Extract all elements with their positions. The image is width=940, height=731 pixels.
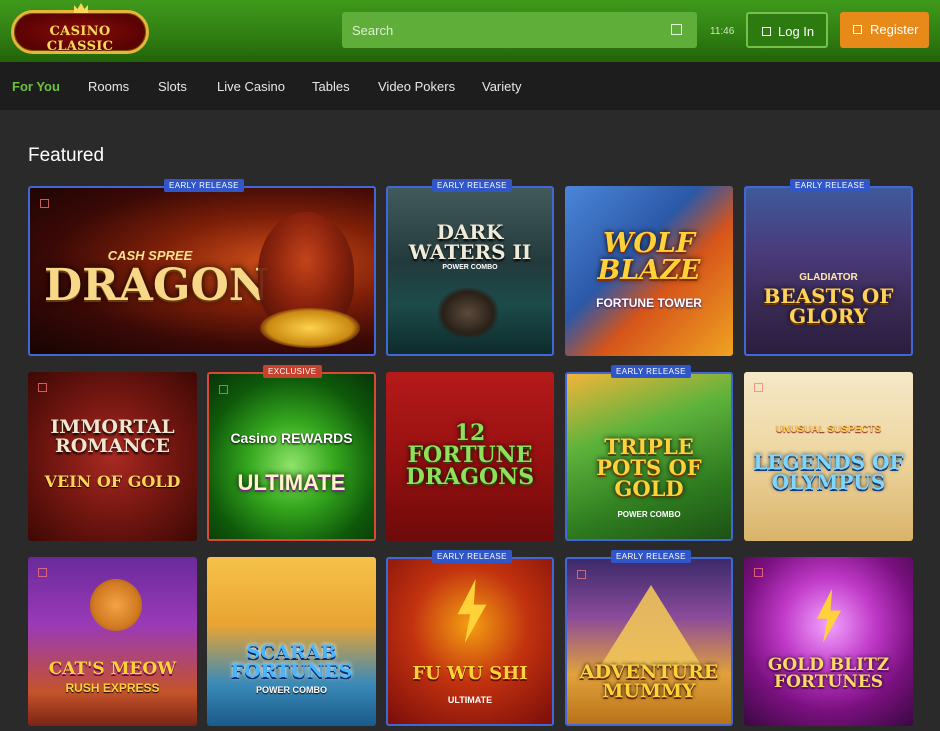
game-title: DRAGON [44,260,269,311]
badge-early-release: EARLY RELEASE [790,179,870,192]
category-nav: For You Rooms Slots Live Casino Tables V… [0,62,940,110]
game-title: TRIPLE POTS OF GOLD [596,434,702,501]
game-title: ULTIMATE [237,470,346,495]
game-tile-dark-waters[interactable]: DARK WATERS II POWER COMBO [386,186,554,356]
badge-early-release: EARLY RELEASE [432,550,512,563]
badge-early-release: EARLY RELEASE [164,179,244,192]
badge-early-release: EARLY RELEASE [611,365,691,378]
register-label: Register [870,22,919,37]
game-tile-cash-spree-dragon[interactable]: CASH SPREE DRAGON [28,186,376,356]
tab-slots[interactable]: Slots [158,79,187,94]
game-title: SCARAB FORTUNES [230,641,353,682]
game-title: FU WU SHI [412,663,528,684]
game-subtitle: FORTUNE TOWER [596,296,702,310]
game-subtitle: ULTIMATE [447,695,493,705]
login-icon [762,27,771,36]
top-header: CASINO CLASSIC Search 11:46 Log In Regis… [0,0,940,62]
tab-variety[interactable]: Variety [482,79,522,94]
game-tile-wolf-blaze[interactable]: WOLF BLAZE FORTUNE TOWER [565,186,733,356]
logo-text: CASINO CLASSIC [46,24,114,54]
favorite-icon[interactable] [754,383,763,392]
game-tile-fishin-triple-pots-of-gold[interactable]: TRIPLE POTS OF GOLD POWER COMBO [565,372,733,541]
game-tile-12-fortune-dragons[interactable]: 12 FORTUNE DRAGONS [386,372,554,541]
search-icon[interactable] [671,24,682,35]
game-title: WOLF BLAZE [597,228,701,286]
search-input[interactable]: Search [342,12,697,48]
game-tile-adventure-mummy[interactable]: ADVENTURE MUMMY [565,557,733,726]
search-placeholder: Search [352,23,394,38]
badge-early-release: EARLY RELEASE [432,179,512,192]
game-subtitle: Casino REWARDS [230,430,353,446]
badge-exclusive: EXCLUSIVE [263,365,322,378]
crown-icon [74,3,88,13]
game-title: ADVENTURE MUMMY [579,661,719,702]
ship-illustration [438,288,498,338]
favorite-icon[interactable] [38,568,47,577]
game-tile-gladiator-beasts-of-glory[interactable]: GLADIATOR BEASTS OF GLORY [744,186,913,356]
register-button[interactable]: Register [840,12,929,48]
favorite-icon[interactable] [754,568,763,577]
cat-illustration [90,579,142,631]
favorite-icon[interactable] [577,570,586,579]
gold-coins-illustration [260,308,360,348]
game-subtitle: POWER COMBO [256,685,327,695]
game-title: CAT'S MEOW [48,659,177,679]
tab-live-casino[interactable]: Live Casino [217,79,285,94]
game-tile-immortal-romance[interactable]: IMMORTAL ROMANCE VEIN OF GOLD [28,372,197,541]
register-icon [853,25,862,34]
favorite-icon[interactable] [38,383,47,392]
section-title-featured: Featured [28,145,105,166]
game-tile-legends-of-olympus[interactable]: UNUSUAL SUSPECTS LEGENDS OF OLYMPUS [744,372,913,541]
game-title: 12 FORTUNE DRAGONS [405,420,535,490]
favorite-icon[interactable] [40,199,49,208]
game-subtitle: RUSH EXPRESS [65,681,160,695]
tab-video-pokers[interactable]: Video Pokers [378,79,455,94]
game-tile-gold-blitz-fortunes[interactable]: GOLD BLITZ FORTUNES [744,557,913,726]
game-subtitle: UNUSUAL SUSPECTS [775,424,882,435]
casino-classic-logo[interactable]: CASINO CLASSIC [11,3,149,54]
game-subtitle: GLADIATOR [799,272,858,283]
clock-time: 11:46 [710,26,735,37]
game-tile-scarab-fortunes[interactable]: SCARAB FORTUNES POWER COMBO [207,557,376,726]
game-title: IMMORTAL ROMANCE [50,416,175,457]
game-subtitle: POWER COMBO [617,510,681,519]
badge-early-release: EARLY RELEASE [611,550,691,563]
game-title: BEASTS OF GLORY [763,284,894,328]
game-subtitle: VEIN OF GOLD [44,472,181,491]
game-tile-casino-rewards-ultimate[interactable]: Casino REWARDS ULTIMATE [207,372,376,541]
tab-for-you[interactable]: For You [12,79,60,94]
game-title: GOLD BLITZ FORTUNES [767,655,890,692]
game-title: LEGENDS OF OLYMPUS [753,450,904,494]
tab-rooms[interactable]: Rooms [88,79,129,94]
pyramid-illustration [601,585,701,665]
game-title: DARK WATERS II [408,220,532,264]
game-subtitle: POWER COMBO [442,264,498,271]
lightning-illustration [457,579,487,643]
lightning-illustration [817,589,841,643]
login-button[interactable]: Log In [746,12,828,48]
tab-tables[interactable]: Tables [312,79,350,94]
game-tile-fu-wu-shi[interactable]: FU WU SHI ULTIMATE [386,557,554,726]
favorite-icon[interactable] [219,385,228,394]
game-tile-cats-meow[interactable]: CAT'S MEOW RUSH EXPRESS [28,557,197,726]
login-label: Log In [778,24,815,39]
